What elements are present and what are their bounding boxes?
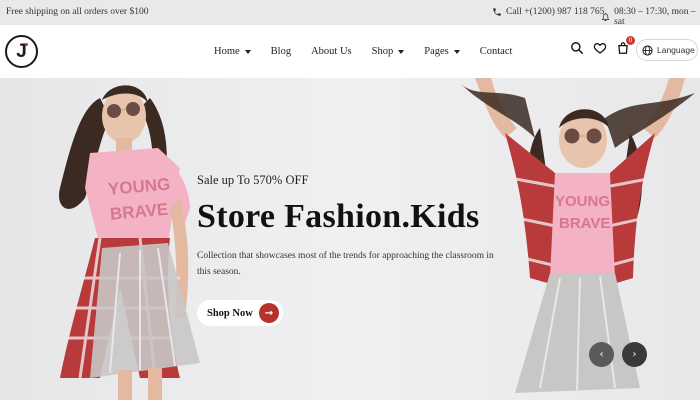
chevron-down-icon (398, 49, 405, 54)
nav-item-home[interactable]: Home (214, 46, 251, 57)
language-label: Language (657, 45, 695, 55)
nav-item-blog[interactable]: Blog (271, 46, 291, 57)
language-select[interactable]: Language (636, 39, 698, 61)
hero-subtitle: Sale up To 570% OFF (197, 173, 309, 187)
bell-icon (602, 13, 609, 22)
hero-title: Store Fashion.Kids (197, 198, 480, 235)
shirt-text-right: YOUNG (555, 193, 610, 210)
header-icons: 0 (570, 36, 635, 55)
shirt-text-right-2: BRAVE (559, 215, 610, 232)
chevron-down-icon (244, 49, 251, 54)
slider-next-button[interactable]: › (622, 342, 647, 367)
heart-icon[interactable] (593, 41, 607, 55)
shop-now-label: Shop Now (207, 307, 253, 319)
cart-count-badge: 0 (626, 36, 635, 45)
slider-prev-button[interactable]: ‹ (589, 342, 614, 367)
chevron-down-icon (453, 49, 460, 54)
call-info[interactable]: Call +(1200) 987 118 765 (492, 7, 604, 17)
nav-item-pages[interactable]: Pages (424, 46, 460, 57)
top-bar: Free shipping on all orders over $100 Ca… (0, 0, 700, 27)
cart-icon[interactable]: 0 (616, 36, 635, 55)
logo-dot (25, 43, 28, 46)
hero-banner: YOUNG BRAVE YOUNG BRAVE Sale up To 570% … (0, 78, 700, 400)
hours-text: 08:30 – 17:30, mon – sat (614, 7, 696, 27)
shop-now-button[interactable]: Shop Now → (197, 300, 283, 326)
shipping-notice: Free shipping on all orders over $100 (6, 7, 149, 17)
nav-label: Blog (270, 46, 292, 57)
globe-icon (642, 44, 653, 56)
nav-item-shop[interactable]: Shop (372, 46, 405, 57)
hours-info: 08:30 – 17:30, mon – sat (601, 7, 700, 27)
nav-item-about-us[interactable]: About Us (311, 46, 352, 57)
nav-label: Pages (424, 46, 449, 57)
hero-text-block: Sale up To 570% OFF Store Fashion.Kids C… (197, 173, 517, 280)
search-icon[interactable] (570, 41, 584, 55)
site-header: J Home Blog About Us Shop Pages Contact (0, 25, 700, 78)
nav-label: Contact (479, 46, 513, 57)
nav-label: Home (214, 46, 240, 57)
chevron-right-icon: › (632, 349, 637, 360)
hero-description: Collection that showcases most of the tr… (197, 251, 494, 277)
arrow-right-icon: → (259, 303, 279, 323)
site-logo[interactable]: J (5, 35, 38, 68)
main-nav: Home Blog About Us Shop Pages Contact (214, 25, 512, 78)
nav-label: About Us (311, 46, 352, 57)
call-text: Call +(1200) 987 118 765 (506, 7, 605, 17)
nav-label: Shop (371, 46, 394, 57)
chevron-left-icon: ‹ (599, 349, 604, 360)
phone-icon (493, 8, 501, 16)
nav-item-contact[interactable]: Contact (480, 46, 513, 57)
